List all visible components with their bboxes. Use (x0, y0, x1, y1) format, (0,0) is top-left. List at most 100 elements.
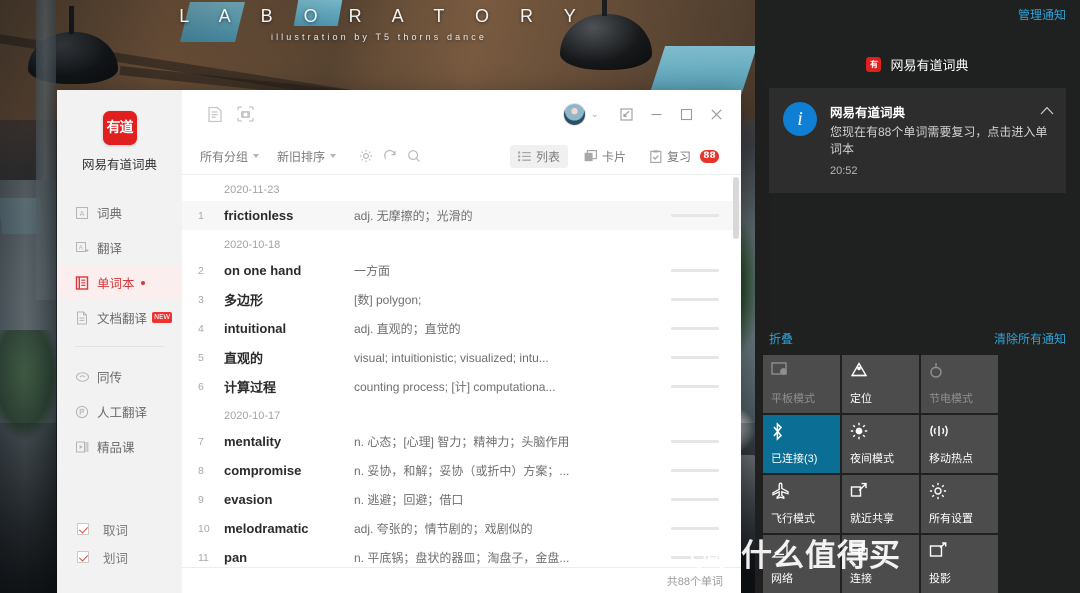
collapse-link[interactable]: 折叠 (769, 330, 793, 347)
toggle-word-selection[interactable]: 划词 (57, 543, 182, 571)
notification-body: 网易有道词典 您现在有88个单词需要复习，点击进入单词本 20:52 (830, 102, 1052, 177)
gear-icon[interactable] (354, 149, 378, 163)
row-index: 11 (198, 551, 209, 564)
table-row[interactable]: 7 mentality n. 心态；[心理] 智力；精神力；头脑作用 (182, 427, 741, 456)
word-count-status: 共88个单词 (666, 575, 723, 588)
tile-network[interactable]: 网络 (763, 535, 840, 593)
new-badge: NEW (152, 312, 172, 323)
table-row[interactable]: 11 pan n. 平底锅；盘状的器皿；淘盘子，金盘... (182, 543, 741, 567)
document-icon[interactable] (200, 101, 230, 127)
refresh-icon[interactable] (378, 149, 402, 163)
project-icon (929, 542, 990, 564)
row-index: 7 (198, 435, 204, 448)
tablet-mode-icon (771, 362, 832, 384)
table-row[interactable]: 9 evasion n. 逃避；回避；借口 (182, 485, 741, 514)
row-definition: n. 逃避；回避；借口 (354, 493, 464, 507)
checkbox-checked-icon[interactable] (77, 523, 89, 535)
sidebar-item-dictionary[interactable]: A 词典 (57, 195, 182, 230)
tile-label: 网络 (771, 573, 793, 585)
minimize-button[interactable] (641, 101, 671, 127)
chevron-up-icon[interactable] (1040, 106, 1054, 115)
chevron-down-icon[interactable]: ⌄ (591, 109, 599, 120)
sidebar-item-human-translation[interactable]: 人工翻译 (57, 394, 182, 429)
view-list-button[interactable]: 列表 (509, 144, 568, 168)
sort-filter-label: 新旧排序 (277, 149, 326, 164)
document-translate-icon (75, 311, 97, 325)
tile-night-light[interactable]: 夜间模式 (842, 415, 919, 473)
sidebar-item-simultaneous[interactable]: 同传 (57, 359, 182, 394)
sidebar-item-label: 人工翻译 (97, 406, 148, 420)
quick-actions-links: 折叠 清除所有通知 (755, 330, 1080, 355)
brand-name: 网易有道词典 (81, 158, 157, 172)
notification-title: 网易有道词典 (830, 106, 906, 120)
sidebar-item-wordbook[interactable]: 单词本 (57, 265, 182, 300)
tile-connect[interactable]: 连接 (842, 535, 919, 593)
tile-label: 飞行模式 (771, 513, 815, 525)
youdao-logo-icon: 有道 (102, 111, 137, 145)
scrollbar-thumb[interactable] (733, 177, 739, 239)
feedback-icon[interactable] (611, 101, 641, 127)
nearby-share-icon (850, 482, 911, 504)
checkbox-checked-icon[interactable] (77, 551, 89, 563)
tile-tablet-mode[interactable]: 平板模式 (763, 355, 840, 413)
tile-project[interactable]: 投影 (921, 535, 998, 593)
review-button[interactable]: 复习 88 (642, 145, 727, 168)
sort-filter-dropdown[interactable]: 新旧排序 (277, 148, 337, 165)
tile-nearby-share[interactable]: 就近共享 (842, 475, 919, 533)
sidebar-item-course[interactable]: 精品课 (57, 429, 182, 464)
tile-location[interactable]: 定位 (842, 355, 919, 413)
tile-bluetooth[interactable]: 已连接(3) (763, 415, 840, 473)
row-index: 1 (198, 209, 204, 222)
row-term: evasion (224, 492, 273, 507)
close-button[interactable] (701, 101, 731, 127)
tile-label: 定位 (850, 393, 872, 405)
row-term: 计算过程 (224, 380, 277, 395)
table-row[interactable]: 5 直观的 visual; intuitionistic; visualized… (182, 343, 741, 372)
screen: L A B O R A T O R Y illustration by T5 t… (0, 0, 1080, 593)
search-icon[interactable] (402, 149, 426, 163)
tile-label: 所有设置 (929, 513, 973, 525)
row-definition: adj. 无摩擦的；光滑的 (354, 209, 473, 223)
screenshot-icon[interactable] (230, 101, 260, 127)
tile-mobile-hotspot[interactable]: 移动热点 (921, 415, 998, 473)
row-index: 10 (198, 522, 210, 535)
airplane-mode-icon (771, 482, 832, 504)
group-date: 2020-10-17 (224, 410, 281, 422)
action-center-header: 管理通知 (755, 0, 1080, 28)
table-row[interactable]: 4 intuitional adj. 直观的；直觉的 (182, 314, 741, 343)
tile-battery-saver[interactable]: 节电模式 (921, 355, 998, 413)
table-row[interactable]: 1 frictionless adj. 无摩擦的；光滑的 (182, 201, 741, 230)
view-list-label: 列表 (535, 149, 560, 164)
table-row[interactable]: 2 on one hand 一方面 (182, 256, 741, 285)
notification-app-header: 有 网易有道词典 (755, 55, 1080, 74)
toggle-word-capture[interactable]: 取词 (57, 515, 182, 543)
table-row[interactable]: 8 compromise n. 妥协，和解；妥协（或折中）方案；... (182, 456, 741, 485)
simultaneous-interpretation-icon (75, 370, 97, 384)
sidebar-item-document-translate[interactable]: 文档翻译 NEW (57, 300, 182, 335)
maximize-button[interactable] (671, 101, 701, 127)
group-filter-dropdown[interactable]: 所有分组 (200, 148, 260, 165)
table-row[interactable]: 10 melodramatic adj. 夸张的；情节剧的；戏剧似的 (182, 514, 741, 543)
info-icon: i (783, 102, 817, 136)
view-card-button[interactable]: 卡片 (576, 145, 634, 168)
manage-notifications-link[interactable]: 管理通知 (1018, 6, 1066, 23)
list-scrollbar[interactable] (733, 175, 739, 567)
clear-all-notifications-link[interactable]: 清除所有通知 (994, 330, 1066, 347)
row-term: intuitional (224, 321, 287, 336)
table-row[interactable]: 3 多边形 [数] polygon; (182, 285, 741, 314)
svg-text:A: A (80, 211, 85, 218)
dictionary-icon: A (75, 206, 97, 220)
row-index: 8 (198, 464, 204, 477)
connect-icon (850, 542, 911, 564)
row-progress-bar (671, 269, 719, 272)
sidebar-item-translate[interactable]: A 翻译 (57, 230, 182, 265)
row-progress-bar (671, 327, 719, 330)
row-index: 2 (198, 264, 204, 277)
brand-block: 有道 网易有道词典 (57, 90, 182, 173)
user-avatar[interactable] (562, 102, 586, 126)
notification-toast[interactable]: i 网易有道词典 您现在有88个单词需要复习，点击进入单词本 20:52 (769, 88, 1066, 193)
tile-all-settings[interactable]: 所有设置 (921, 475, 998, 533)
table-row[interactable]: 6 计算过程 counting process; [计] computation… (182, 372, 741, 401)
word-list[interactable]: 2020-11-23 1 frictionless adj. 无摩擦的；光滑的 … (182, 174, 741, 567)
tile-airplane-mode[interactable]: 飞行模式 (763, 475, 840, 533)
